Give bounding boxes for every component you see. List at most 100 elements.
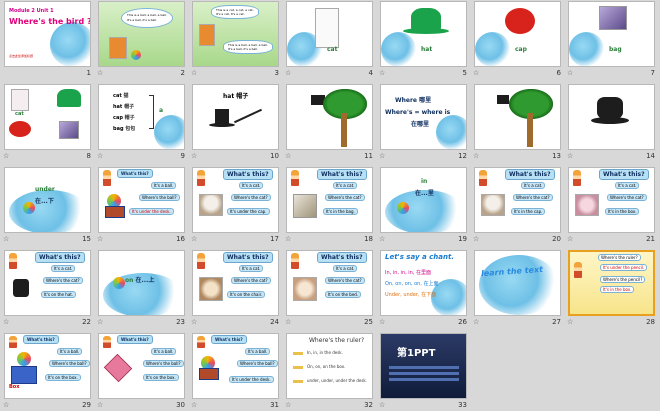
slide-thumbnail[interactable]: What's this? It's a cat. Where's the cat… — [286, 167, 373, 233]
star-icon[interactable]: ☆ — [285, 152, 291, 160]
slide-cell[interactable]: hat ☆ 5 — [377, 1, 471, 83]
slide-thumbnail[interactable]: bag — [568, 1, 655, 67]
star-icon[interactable]: ☆ — [473, 69, 479, 77]
slide-cell[interactable]: What's this? It's a ball. Where's the ba… — [95, 167, 189, 249]
text-line: It's a ball, it's a ball. — [228, 47, 259, 51]
slide-cell[interactable]: What's this? It's a cat. Where's the cat… — [189, 167, 283, 249]
slide-thumbnail[interactable]: on 在...上 — [98, 250, 185, 316]
star-icon[interactable]: ☆ — [97, 235, 103, 243]
slide-cell[interactable]: What's this? It's a ball. Where's the ba… — [1, 333, 95, 411]
slide-cell[interactable]: on 在...上 ☆ 23 — [95, 250, 189, 332]
star-icon[interactable]: ☆ — [97, 318, 103, 326]
slide-thumbnail[interactable]: What's this? It's a cat. Where's the cat… — [192, 167, 279, 233]
slide-thumbnail[interactable]: hat 帽子 — [192, 84, 279, 150]
star-icon[interactable]: ☆ — [473, 318, 479, 326]
star-icon[interactable]: ☆ — [379, 401, 385, 409]
slide-thumbnail[interactable]: cat — [4, 84, 91, 150]
slide-thumbnail[interactable]: What's this? It's a cat. Where's the cat… — [286, 250, 373, 316]
star-icon[interactable]: ☆ — [473, 152, 479, 160]
slide-cell[interactable]: What's this? It's a cat. Where's the cat… — [471, 167, 565, 249]
slide-cell[interactable]: 第1PPT ☆ 33 — [377, 333, 471, 411]
slide-cell[interactable]: What's this? It's a cat. Where's the cat… — [283, 167, 377, 249]
star-icon[interactable]: ☆ — [191, 318, 197, 326]
slide-thumbnail[interactable]: learn the text — [474, 250, 561, 316]
speech-cloud: This is a ball, a ball, a ball. It's a b… — [223, 40, 273, 54]
slide-thumbnail[interactable] — [474, 84, 561, 150]
star-icon[interactable]: ☆ — [379, 152, 385, 160]
slide-cell[interactable]: cat 猫 hat 帽子 cap 帽子 bag 包包 a ☆ 9 — [95, 84, 189, 166]
slide-cell[interactable]: What's this? It's a cat. Where's the cat… — [283, 250, 377, 332]
slide-cell[interactable]: learn the text ☆ 27 — [471, 250, 565, 332]
slide-thumbnail[interactable]: What's this? It's a ball. Where's the ba… — [4, 333, 91, 399]
star-icon[interactable]: ☆ — [3, 235, 9, 243]
slide-thumbnail[interactable]: What's this? It's a cat. Where's the cat… — [568, 167, 655, 233]
slide-cell[interactable]: Module 2 Unit 1 Where's the bird ? 点击此处添… — [1, 1, 95, 83]
star-icon[interactable]: ☆ — [3, 401, 9, 409]
slide-cell[interactable]: This is a ball, a ball, a ball. It's a b… — [95, 1, 189, 83]
slide-cell[interactable]: hat 帽子 ☆ 10 — [189, 84, 283, 166]
slide-thumbnail[interactable]: What's this? It's a cat. Where's the cat… — [192, 250, 279, 316]
slide-thumbnail[interactable]: This is a ball, a ball, a ball. It's a b… — [98, 1, 185, 67]
slide-thumbnail[interactable]: in 在...里 — [380, 167, 467, 233]
slide-thumbnail[interactable]: This is a cat, a cat, a cat. It's a cat,… — [192, 1, 279, 67]
star-icon[interactable]: ☆ — [191, 152, 197, 160]
slide-thumbnail[interactable]: What's this? It's a ball. Where's the ba… — [98, 167, 185, 233]
slide-cell[interactable]: Let's say a chant. In, in, in, in, 在里面 O… — [377, 250, 471, 332]
slide-thumbnail[interactable]: cat — [286, 1, 373, 67]
star-icon[interactable]: ☆ — [191, 69, 197, 77]
star-icon[interactable]: ☆ — [379, 235, 385, 243]
slide-thumbnail[interactable] — [568, 84, 655, 150]
slide-thumbnail[interactable]: What's this? It's a ball. Where's the ba… — [192, 333, 279, 399]
star-icon[interactable]: ☆ — [97, 401, 103, 409]
star-icon[interactable]: ☆ — [379, 318, 385, 326]
star-icon[interactable]: ☆ — [567, 235, 573, 243]
slide-cell[interactable]: cat ☆ 4 — [283, 1, 377, 83]
star-icon[interactable]: ☆ — [567, 318, 573, 326]
slide-cell[interactable]: What's this? It's a ball. Where's the ba… — [189, 333, 283, 411]
slide-thumbnail[interactable]: 第1PPT — [380, 333, 467, 399]
slide-thumbnail[interactable]: Module 2 Unit 1 Where's the bird ? 点击此处添… — [4, 1, 91, 67]
slide-cell[interactable]: This is a cat, a cat, a cat. It's a cat,… — [189, 1, 283, 83]
slide-cell[interactable]: under 在...下 ☆ 15 — [1, 167, 95, 249]
slide-cell[interactable]: ☆ 11 — [283, 84, 377, 166]
star-icon[interactable]: ☆ — [191, 235, 197, 243]
slide-thumbnail[interactable]: hat — [380, 1, 467, 67]
slide-thumbnail[interactable]: What's this? It's a cat. Where's the cat… — [4, 250, 91, 316]
star-icon[interactable]: ☆ — [3, 318, 9, 326]
star-icon[interactable]: ☆ — [97, 69, 103, 77]
slide-cell[interactable]: What's this? It's a cat. Where's the cat… — [1, 250, 95, 332]
slide-thumbnail[interactable]: Where 哪里 Where's = where is 在哪里 — [380, 84, 467, 150]
slide-cell[interactable]: Where 哪里 Where's = where is 在哪里 ☆ 12 — [377, 84, 471, 166]
star-icon[interactable]: ☆ — [567, 152, 573, 160]
star-icon[interactable]: ☆ — [191, 401, 197, 409]
slide-cell[interactable]: cat ☆ 8 — [1, 84, 95, 166]
slide-cell[interactable]: What's this? It's a ball. Where's the ba… — [95, 333, 189, 411]
slide-cell[interactable]: bag ☆ 7 — [565, 1, 659, 83]
star-icon[interactable]: ☆ — [285, 318, 291, 326]
star-icon[interactable]: ☆ — [379, 69, 385, 77]
star-icon[interactable]: ☆ — [473, 235, 479, 243]
slide-thumbnail[interactable]: Let's say a chant. In, in, in, in, 在里面 O… — [380, 250, 467, 316]
slide-thumbnail[interactable]: cat 猫 hat 帽子 cap 帽子 bag 包包 a — [98, 84, 185, 150]
slide-cell[interactable]: Where's the ruler? In, in, in the desk. … — [283, 333, 377, 411]
slide-thumbnail[interactable] — [286, 84, 373, 150]
slide-thumbnail[interactable]: Where's the ruler? In, in, in the desk. … — [286, 333, 373, 399]
star-icon[interactable]: ☆ — [285, 69, 291, 77]
slide-cell[interactable]: cap ☆ 6 — [471, 1, 565, 83]
slide-cell[interactable]: Where's the ruler? It's under the pencil… — [565, 250, 659, 332]
slide-thumbnail[interactable]: under 在...下 — [4, 167, 91, 233]
star-icon[interactable]: ☆ — [97, 152, 103, 160]
slide-thumbnail[interactable]: What's this? It's a cat. Where's the cat… — [474, 167, 561, 233]
star-icon[interactable]: ☆ — [567, 69, 573, 77]
slide-cell[interactable]: What's this? It's a cat. Where's the cat… — [565, 167, 659, 249]
star-icon[interactable]: ☆ — [285, 401, 291, 409]
slide-thumbnail-selected[interactable]: Where's the ruler? It's under the pencil… — [568, 250, 655, 316]
star-icon[interactable]: ☆ — [3, 152, 9, 160]
slide-thumbnail[interactable]: cap — [474, 1, 561, 67]
slide-cell[interactable]: in 在...里 ☆ 19 — [377, 167, 471, 249]
slide-cell[interactable]: ☆ 13 — [471, 84, 565, 166]
slide-thumbnail[interactable]: What's this? It's a ball. Where's the ba… — [98, 333, 185, 399]
slide-cell[interactable]: ☆ 14 — [565, 84, 659, 166]
star-icon[interactable]: ☆ — [285, 235, 291, 243]
slide-cell[interactable]: What's this? It's a cat. Where's the cat… — [189, 250, 283, 332]
